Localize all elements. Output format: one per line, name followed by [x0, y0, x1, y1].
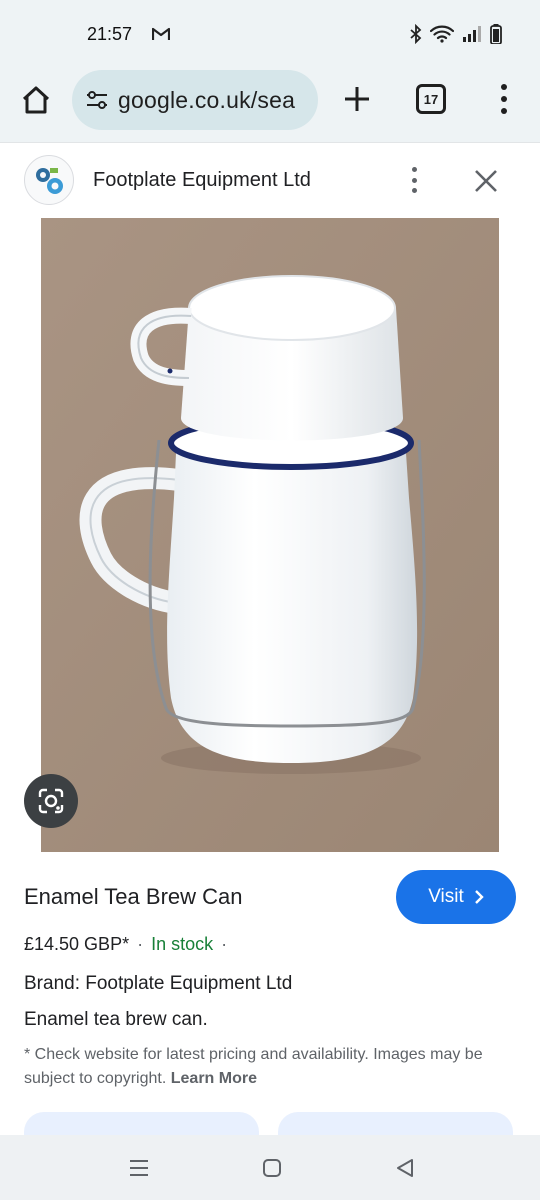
lens-icon	[38, 788, 64, 814]
plus-icon	[345, 87, 369, 111]
home-icon	[263, 1159, 281, 1177]
new-tab-button[interactable]	[338, 80, 376, 118]
site-name: Footplate Equipment Ltd	[93, 169, 311, 191]
separator: ·	[137, 934, 144, 954]
gmail-icon	[151, 27, 171, 46]
home-icon	[22, 86, 50, 114]
site-logo-icon	[24, 155, 74, 205]
address-bar[interactable]: google.co.uk/sea	[72, 70, 318, 130]
close-button[interactable]	[472, 167, 500, 195]
back-icon	[397, 1159, 413, 1177]
nav-home-button[interactable]	[257, 1153, 287, 1183]
disclaimer: * Check website for latest pricing and a…	[24, 1043, 494, 1091]
browser-toolbar: google.co.uk/sea 17	[0, 70, 540, 142]
visit-button[interactable]: Visit	[396, 870, 516, 924]
more-vert-icon	[411, 167, 417, 172]
home-button[interactable]	[18, 82, 54, 118]
separator: ·	[221, 934, 228, 954]
bluetooth-icon	[410, 24, 422, 44]
image-area	[0, 218, 540, 852]
recents-icon	[130, 1160, 148, 1176]
brand-text: Brand: Footplate Equipment Ltd	[24, 973, 293, 994]
more-vert-icon	[501, 84, 507, 90]
url-text: google.co.uk/sea	[118, 86, 296, 113]
status-icons	[410, 24, 502, 44]
price: £14.50 GBP*	[24, 934, 130, 954]
browser-menu-button[interactable]	[494, 84, 514, 114]
wifi-icon	[430, 25, 454, 43]
recents-button[interactable]	[124, 1153, 154, 1183]
learn-more-link[interactable]: Learn More	[171, 1070, 257, 1087]
google-lens-button[interactable]	[24, 774, 78, 828]
signal-icon	[463, 26, 481, 42]
battery-icon	[490, 24, 502, 44]
close-icon	[475, 170, 497, 192]
sheet-menu-button[interactable]	[410, 167, 418, 193]
visit-label: Visit	[428, 886, 464, 907]
system-nav-bar	[0, 1135, 540, 1200]
product-info: Enamel Tea Brew Can Visit £14.50 GBP* · …	[0, 852, 540, 1152]
stock-status: In stock	[151, 934, 214, 954]
product-title: Enamel Tea Brew Can	[24, 884, 243, 909]
chevron-right-icon	[474, 890, 484, 904]
sheet-header: Footplate Equipment Ltd	[0, 142, 540, 218]
price-row: £14.50 GBP* · In stock ·	[24, 934, 227, 955]
product-image[interactable]	[41, 218, 499, 852]
tabs-button[interactable]: 17	[416, 84, 446, 114]
status-time: 21:57	[87, 24, 133, 44]
back-button[interactable]	[390, 1153, 420, 1183]
product-description: Enamel tea brew can.	[24, 1009, 208, 1030]
status-bar: 21:57	[0, 0, 540, 70]
tune-icon[interactable]	[84, 88, 110, 112]
